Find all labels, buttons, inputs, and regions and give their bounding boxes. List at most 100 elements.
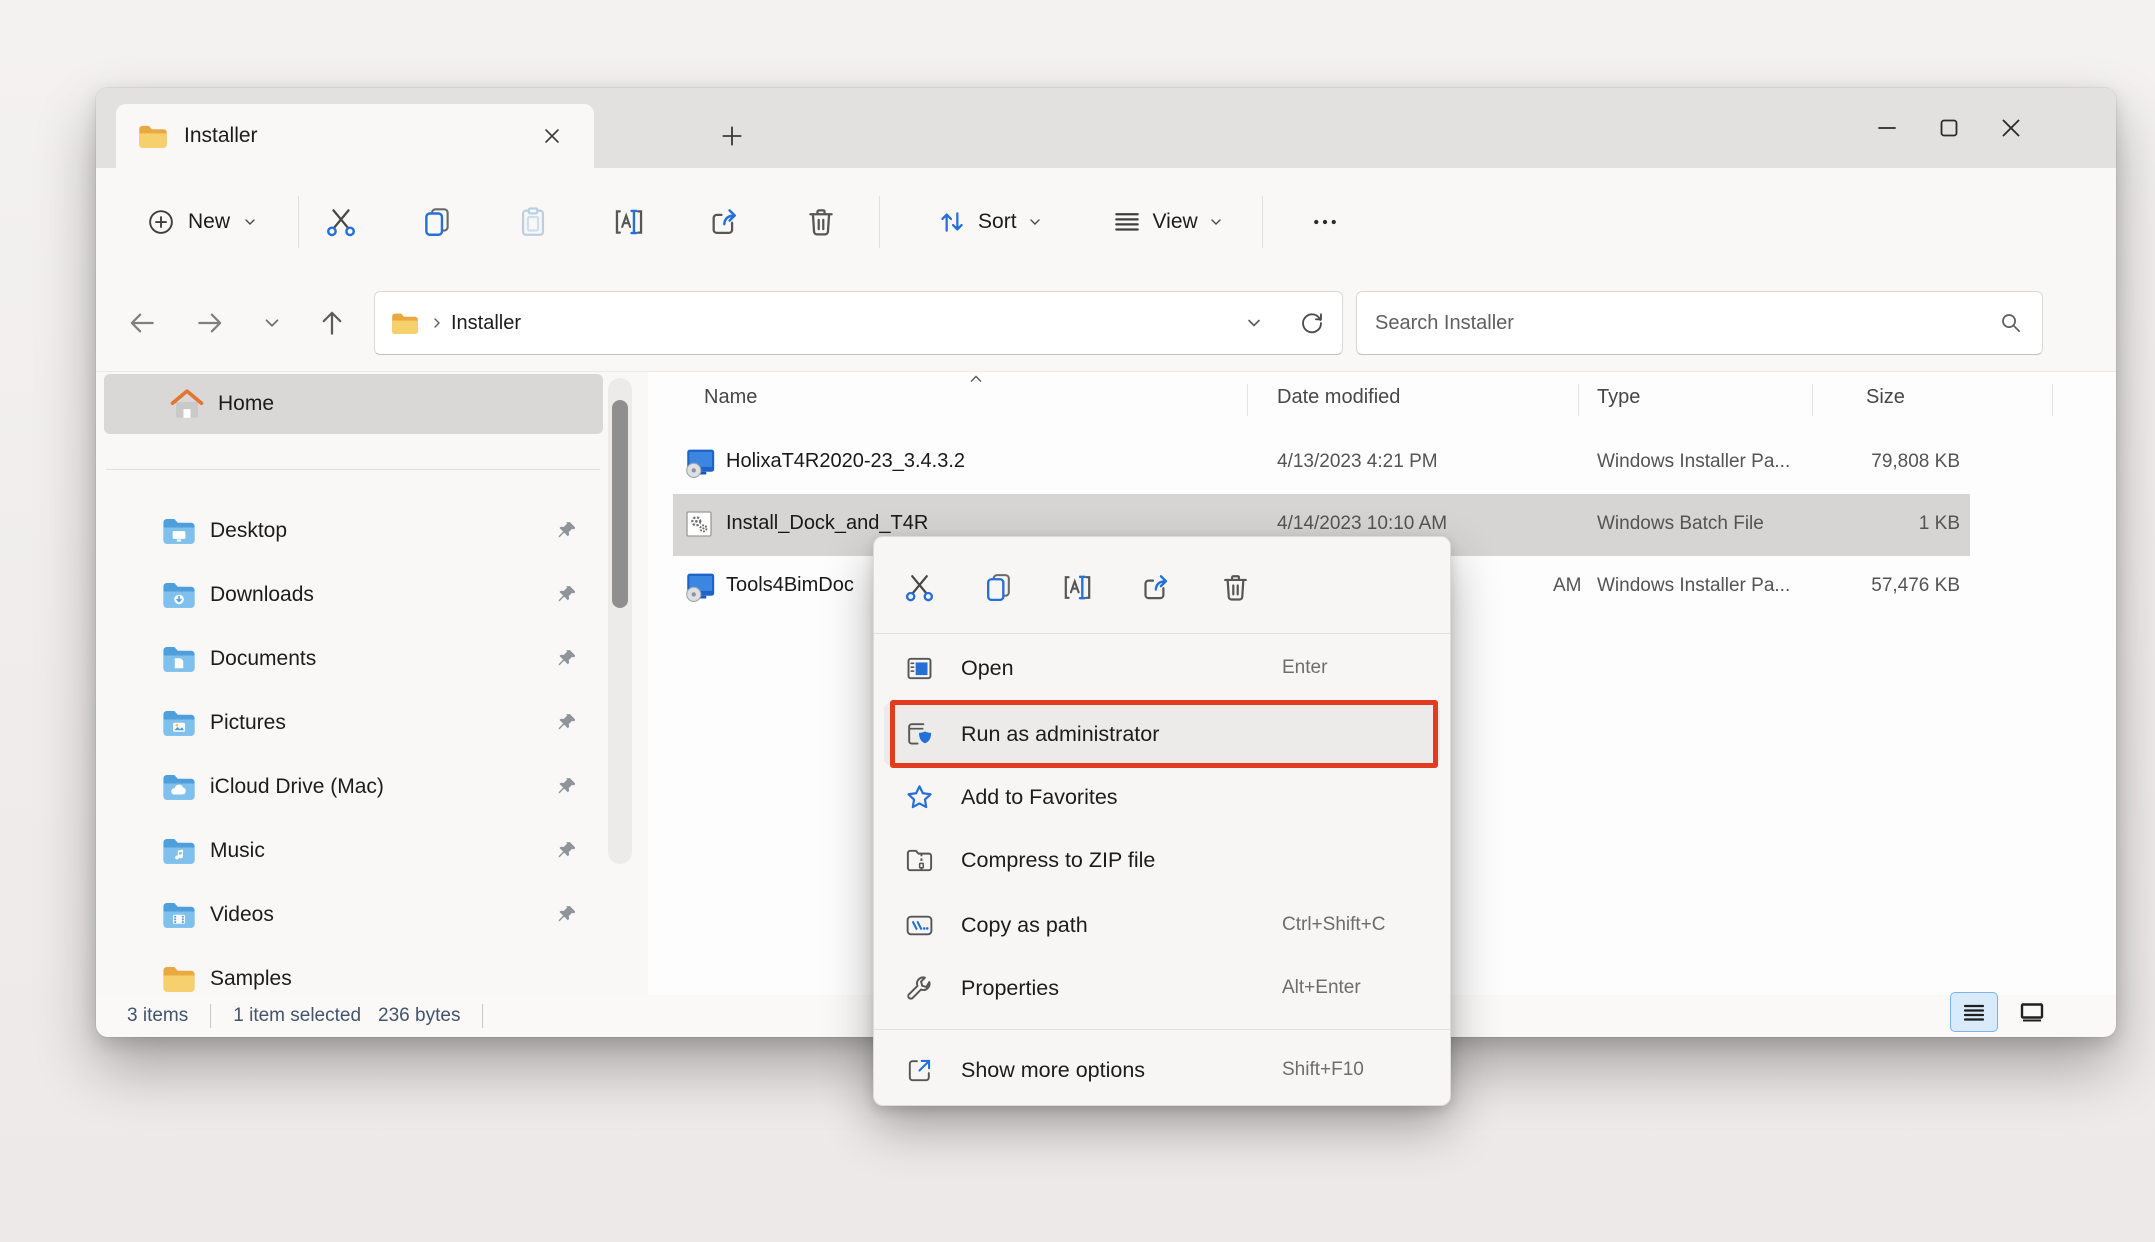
menu-item-open[interactable]: Open Enter bbox=[884, 637, 1440, 699]
sidebar-item-music[interactable]: Music bbox=[104, 822, 603, 880]
arrow-up-icon bbox=[316, 307, 348, 339]
folder-icon bbox=[138, 124, 168, 149]
column-divider[interactable] bbox=[2052, 384, 2053, 416]
star-icon bbox=[904, 782, 935, 813]
minimize-button[interactable] bbox=[1856, 97, 1918, 159]
folder-icon bbox=[391, 312, 419, 335]
menu-item-show-more-options[interactable]: Show more options Shift+F10 bbox=[884, 1039, 1440, 1101]
cloud-folder-icon bbox=[162, 773, 196, 801]
sidebar-item-pictures[interactable]: Pictures bbox=[104, 694, 603, 752]
sidebar-item-videos[interactable]: Videos bbox=[104, 886, 603, 944]
copy-button[interactable] bbox=[405, 190, 469, 254]
menu-shortcut: Shift+F10 bbox=[1282, 1059, 1364, 1081]
column-divider[interactable] bbox=[1247, 384, 1248, 416]
rename-button[interactable] bbox=[1046, 556, 1108, 618]
share-button[interactable] bbox=[693, 190, 757, 254]
file-row-holixa[interactable]: HolixaT4R2020-23_3.4.3.2 4/13/2023 4:21 … bbox=[648, 432, 2116, 494]
content-view-icon bbox=[2019, 1000, 2045, 1024]
tab-close-button[interactable] bbox=[532, 116, 572, 156]
delete-button[interactable] bbox=[789, 190, 853, 254]
menu-item-label: Run as administrator bbox=[961, 722, 1159, 747]
breadcrumb-segment[interactable]: Installer bbox=[451, 312, 521, 335]
see-more-button[interactable] bbox=[1293, 190, 1357, 254]
sidebar-scrollbar-thumb[interactable] bbox=[612, 400, 628, 608]
menu-shortcut: Enter bbox=[1282, 657, 1327, 679]
chevron-down-icon[interactable] bbox=[1244, 313, 1264, 333]
menu-item-run-as-administrator[interactable]: Run as administrator bbox=[884, 703, 1440, 765]
column-header-type[interactable]: Type bbox=[1597, 386, 1640, 409]
menu-item-add-to-favorites[interactable]: Add to Favorites bbox=[884, 766, 1440, 828]
sidebar-item-label: Documents bbox=[210, 647, 316, 671]
context-menu-quick-actions bbox=[888, 551, 1266, 623]
sidebar-item-label: Pictures bbox=[210, 711, 286, 735]
tab-installer[interactable]: Installer bbox=[116, 104, 594, 168]
details-view-icon bbox=[1962, 1000, 1986, 1024]
file-date: 4/13/2023 4:21 PM bbox=[1277, 451, 1438, 473]
file-type: Windows Batch File bbox=[1597, 513, 1764, 535]
search-input[interactable] bbox=[1375, 312, 1998, 335]
view-lines-icon bbox=[1111, 206, 1143, 238]
sidebar-item-label: Downloads bbox=[210, 583, 314, 607]
share-button[interactable] bbox=[1125, 556, 1187, 618]
item-count: 3 items bbox=[127, 1005, 188, 1027]
sidebar-item-label: Videos bbox=[210, 903, 274, 927]
menu-item-properties[interactable]: Properties Alt+Enter bbox=[884, 957, 1440, 1019]
refresh-icon[interactable] bbox=[1298, 309, 1326, 337]
column-header-name[interactable]: Name bbox=[704, 386, 757, 409]
sidebar-item-icloud-drive[interactable]: iCloud Drive (Mac) bbox=[104, 758, 603, 816]
yellow-folder-icon bbox=[162, 965, 196, 993]
menu-shortcut: Alt+Enter bbox=[1282, 977, 1361, 999]
delete-button[interactable] bbox=[1204, 556, 1266, 618]
recent-locations-button[interactable] bbox=[248, 299, 296, 347]
up-button[interactable] bbox=[308, 299, 356, 347]
cut-button[interactable] bbox=[309, 190, 373, 254]
menu-item-label: Show more options bbox=[961, 1058, 1145, 1083]
close-button[interactable] bbox=[1980, 97, 2042, 159]
toolbar-separator bbox=[879, 196, 880, 248]
chevron-down-icon bbox=[1027, 214, 1043, 230]
sidebar-scrollbar-track[interactable] bbox=[608, 378, 632, 864]
content-view-button[interactable] bbox=[2008, 992, 2056, 1032]
batch-file-icon bbox=[683, 508, 715, 540]
status-divider bbox=[210, 1004, 211, 1028]
pin-icon bbox=[555, 840, 577, 862]
sidebar-item-home[interactable]: Home bbox=[104, 374, 603, 434]
new-button[interactable]: New bbox=[132, 197, 272, 247]
installer-package-icon bbox=[683, 446, 717, 480]
chevron-down-icon bbox=[1208, 214, 1224, 230]
rename-button[interactable] bbox=[597, 190, 661, 254]
downloads-folder-icon bbox=[162, 581, 196, 609]
new-tab-button[interactable] bbox=[706, 110, 758, 162]
sort-button[interactable]: Sort bbox=[924, 196, 1055, 248]
details-view-button[interactable] bbox=[1950, 992, 1998, 1032]
menu-item-compress-zip[interactable]: Compress to ZIP file bbox=[884, 829, 1440, 891]
sidebar-item-downloads[interactable]: Downloads bbox=[104, 566, 603, 624]
toolbar-separator bbox=[298, 196, 299, 248]
column-divider[interactable] bbox=[1812, 384, 1813, 416]
sidebar-item-documents[interactable]: Documents bbox=[104, 630, 603, 688]
file-type: Windows Installer Pa... bbox=[1597, 575, 1790, 597]
address-bar[interactable]: Installer bbox=[374, 291, 1343, 355]
pin-icon bbox=[555, 584, 577, 606]
desktop-folder-icon bbox=[162, 517, 196, 545]
back-button[interactable] bbox=[118, 299, 166, 347]
column-divider[interactable] bbox=[1578, 384, 1579, 416]
view-button[interactable]: View bbox=[1099, 196, 1236, 248]
search-icon[interactable] bbox=[1998, 310, 2024, 336]
sidebar-item-desktop[interactable]: Desktop bbox=[104, 502, 603, 560]
menu-item-copy-as-path[interactable]: Copy as path Ctrl+Shift+C bbox=[884, 894, 1440, 956]
column-header-size[interactable]: Size bbox=[1866, 386, 1905, 409]
open-icon bbox=[904, 653, 935, 684]
navigation-bar: Installer bbox=[96, 275, 2116, 371]
sidebar-item-samples[interactable]: Samples bbox=[104, 950, 603, 995]
maximize-button[interactable] bbox=[1918, 97, 1980, 159]
paste-button[interactable] bbox=[501, 190, 565, 254]
forward-button[interactable] bbox=[186, 299, 234, 347]
sort-label: Sort bbox=[978, 210, 1017, 234]
menu-item-label: Compress to ZIP file bbox=[961, 848, 1155, 873]
copy-button[interactable] bbox=[967, 556, 1029, 618]
cut-button[interactable] bbox=[888, 556, 950, 618]
column-header-date[interactable]: Date modified bbox=[1277, 386, 1400, 409]
file-size: 57,476 KB bbox=[1808, 575, 1960, 597]
search-box[interactable] bbox=[1356, 291, 2043, 355]
